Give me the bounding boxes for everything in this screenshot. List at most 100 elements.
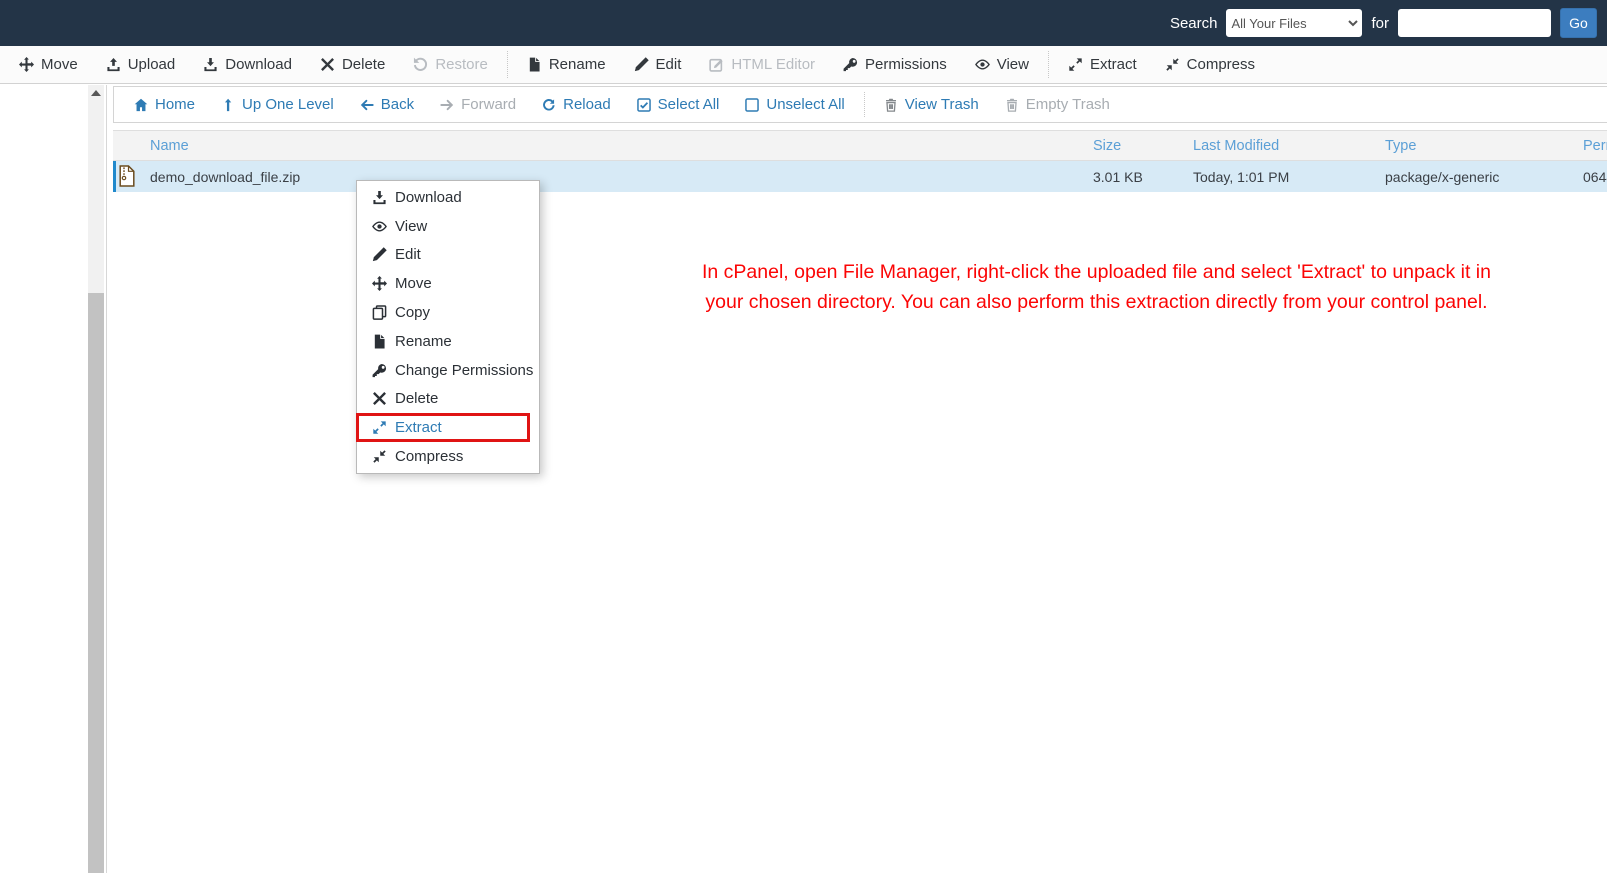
trash-icon [884, 98, 898, 112]
top-search-bar: Search All Your Files for Go [0, 0, 1607, 46]
toolbar-move-button[interactable]: Move [5, 56, 92, 73]
file-permissions: 0644 [1583, 168, 1607, 185]
context-menu-rename-label: Rename [395, 332, 452, 350]
key-icon [843, 57, 858, 72]
scrollbar-thumb[interactable] [88, 293, 104, 873]
toolbar-restore-label: Restore [435, 56, 488, 73]
nav-up-one-level-label: Up One Level [242, 96, 334, 113]
file-icon [527, 57, 542, 72]
file-size: 3.01 KB [1093, 168, 1143, 185]
file-table-header: Name Size Last Modified Type Permissions [113, 130, 1607, 161]
context-menu-extract-label: Extract [395, 419, 442, 437]
toolbar-html-editor-button: HTML Editor [695, 56, 829, 73]
nav-forward-button: Forward [427, 96, 529, 113]
compress-icon [1165, 57, 1180, 72]
toolbar-edit-button[interactable]: Edit [620, 56, 696, 73]
copy-icon [372, 305, 387, 320]
nav-empty-trash-button: Empty Trash [992, 96, 1123, 113]
nav-home-label: Home [155, 96, 196, 113]
column-header-last-modified[interactable]: Last Modified [1193, 138, 1279, 154]
context-menu-edit[interactable]: Edit [357, 241, 539, 270]
context-menu-delete[interactable]: Delete [357, 385, 539, 414]
navigation-toolbar: Home Up One Level Back Forward Reload Se… [113, 86, 1607, 123]
context-menu-copy[interactable]: Copy [357, 298, 539, 327]
nav-view-trash-label: View Trash [904, 96, 979, 113]
context-menu-download[interactable]: Download [357, 183, 539, 212]
zip-file-icon [118, 165, 136, 187]
extract-icon [372, 420, 387, 435]
move-icon [19, 57, 34, 72]
context-menu-compress-label: Compress [395, 448, 464, 466]
file-icon [372, 334, 387, 349]
restore-icon [413, 57, 428, 72]
context-menu-edit-label: Edit [395, 246, 421, 264]
checkbox-checked-icon [637, 98, 651, 112]
toolbar-rename-button[interactable]: Rename [513, 56, 620, 73]
search-label: Search [1169, 14, 1218, 32]
scrollbar-up-arrow[interactable] [88, 85, 104, 101]
context-menu-rename[interactable]: Rename [357, 327, 539, 356]
instruction-annotation: In cPanel, open File Manager, right-clic… [650, 258, 1543, 317]
vertical-scrollbar[interactable] [88, 85, 104, 873]
context-menu-extract[interactable]: Extract [356, 413, 530, 443]
nav-unselect-all-button[interactable]: Unselect All [732, 96, 857, 113]
toolbar-html-editor-label: HTML Editor [731, 56, 816, 73]
delete-icon [372, 391, 387, 406]
compress-icon [372, 449, 387, 464]
html-editor-icon [709, 57, 724, 72]
toolbar-delete-label: Delete [341, 56, 386, 73]
nav-home-button[interactable]: Home [121, 96, 208, 113]
file-row-selected[interactable]: demo_download_file.zip 3.01 KB Today, 1:… [113, 161, 1607, 192]
column-header-name[interactable]: Name [150, 138, 189, 154]
toolbar-extract-button[interactable]: Extract [1054, 56, 1151, 73]
context-menu-delete-label: Delete [395, 390, 439, 408]
toolbar-permissions-button[interactable]: Permissions [829, 56, 961, 73]
toolbar-download-button[interactable]: Download [189, 56, 306, 73]
back-arrow-icon [360, 98, 374, 112]
home-icon [134, 98, 148, 112]
toolbar-separator [1047, 51, 1049, 78]
nav-forward-label: Forward [461, 96, 517, 113]
column-header-size[interactable]: Size [1093, 138, 1121, 154]
go-button[interactable]: Go [1560, 8, 1597, 38]
column-header-permissions[interactable]: Permissions [1583, 138, 1607, 154]
nav-back-button[interactable]: Back [347, 96, 427, 113]
toolbar-delete-button[interactable]: Delete [306, 56, 399, 73]
file-name[interactable]: demo_download_file.zip [150, 169, 300, 185]
key-icon [372, 363, 387, 378]
nav-view-trash-button[interactable]: View Trash [871, 96, 992, 113]
column-header-type[interactable]: Type [1385, 138, 1416, 154]
move-icon [372, 276, 387, 291]
nav-select-all-button[interactable]: Select All [624, 96, 733, 113]
up-one-level-icon [221, 98, 235, 112]
context-menu-move[interactable]: Move [357, 269, 539, 298]
toolbar-permissions-label: Permissions [865, 56, 947, 73]
file-actions-toolbar: Move Upload Download Delete Restore Rena… [0, 46, 1607, 84]
instruction-annotation-line2: your chosen directory. You can also perf… [705, 290, 1488, 313]
file-last-modified: Today, 1:01 PM [1193, 168, 1290, 185]
search-scope-select[interactable]: All Your Files [1226, 9, 1363, 37]
nav-reload-button[interactable]: Reload [529, 96, 624, 113]
download-icon [203, 57, 218, 72]
context-menu-move-label: Move [395, 275, 432, 293]
nav-select-all-label: Select All [657, 96, 720, 113]
toolbar-rename-label: Rename [548, 56, 606, 73]
toolbar-move-label: Move [41, 56, 78, 73]
delete-icon [320, 57, 335, 72]
toolbar-compress-button[interactable]: Compress [1151, 56, 1269, 73]
context-menu-compress[interactable]: Compress [357, 442, 539, 471]
eye-icon [975, 57, 990, 72]
context-menu-download-label: Download [395, 188, 462, 206]
toolbar-separator [506, 51, 508, 78]
context-menu-view-label: View [395, 217, 428, 235]
for-label: for [1371, 14, 1389, 32]
toolbar-restore-button: Restore [399, 56, 502, 73]
search-input[interactable] [1398, 9, 1551, 37]
toolbar-upload-button[interactable]: Upload [92, 56, 190, 73]
trash-icon [1005, 98, 1019, 112]
reload-icon [542, 98, 556, 112]
toolbar-view-button[interactable]: View [961, 56, 1043, 73]
context-menu-change-permissions[interactable]: Change Permissions [357, 356, 539, 385]
nav-up-one-level-button[interactable]: Up One Level [208, 96, 347, 113]
context-menu-view[interactable]: View [357, 212, 539, 241]
